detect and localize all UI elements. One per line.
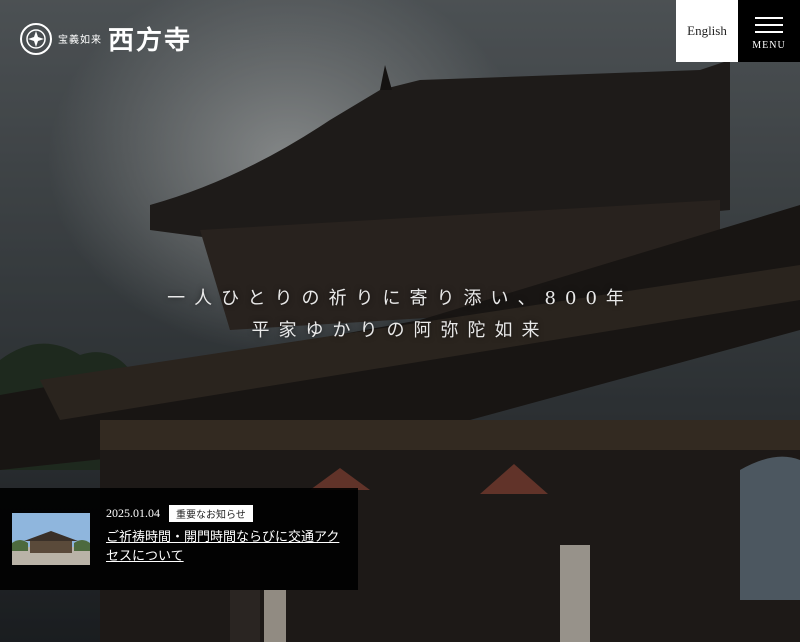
hero-tagline-primary: 一人ひとりの祈りに寄り添い、800年 bbox=[167, 288, 633, 309]
site-header: 宝義如来 西方寺 English MENU bbox=[0, 0, 800, 62]
news-thumbnail[interactable] bbox=[12, 513, 90, 565]
news-card[interactable]: 2025.01.04 重要なお知らせ ご祈祷時間・開門時間ならびに交通アクセスに… bbox=[0, 488, 358, 590]
temple-emblem-icon bbox=[20, 22, 52, 55]
english-language-button[interactable]: English bbox=[676, 0, 738, 62]
news-title-link[interactable]: ご祈祷時間・開門時間ならびに交通アクセスについて bbox=[106, 528, 346, 566]
logo-subtitle: 宝義如来 bbox=[58, 35, 102, 46]
hamburger-icon bbox=[755, 12, 783, 38]
news-badge: 重要なお知らせ bbox=[169, 505, 253, 522]
hero-tagline-secondary: 平家ゆかりの阿弥陀如来 bbox=[251, 320, 549, 341]
site-logo[interactable]: 宝義如来 西方寺 bbox=[20, 20, 192, 57]
news-date: 2025.01.04 bbox=[106, 506, 160, 520]
logo-title: 西方寺 bbox=[108, 26, 193, 56]
menu-label: MENU bbox=[752, 39, 786, 51]
menu-button[interactable]: MENU bbox=[738, 0, 800, 62]
